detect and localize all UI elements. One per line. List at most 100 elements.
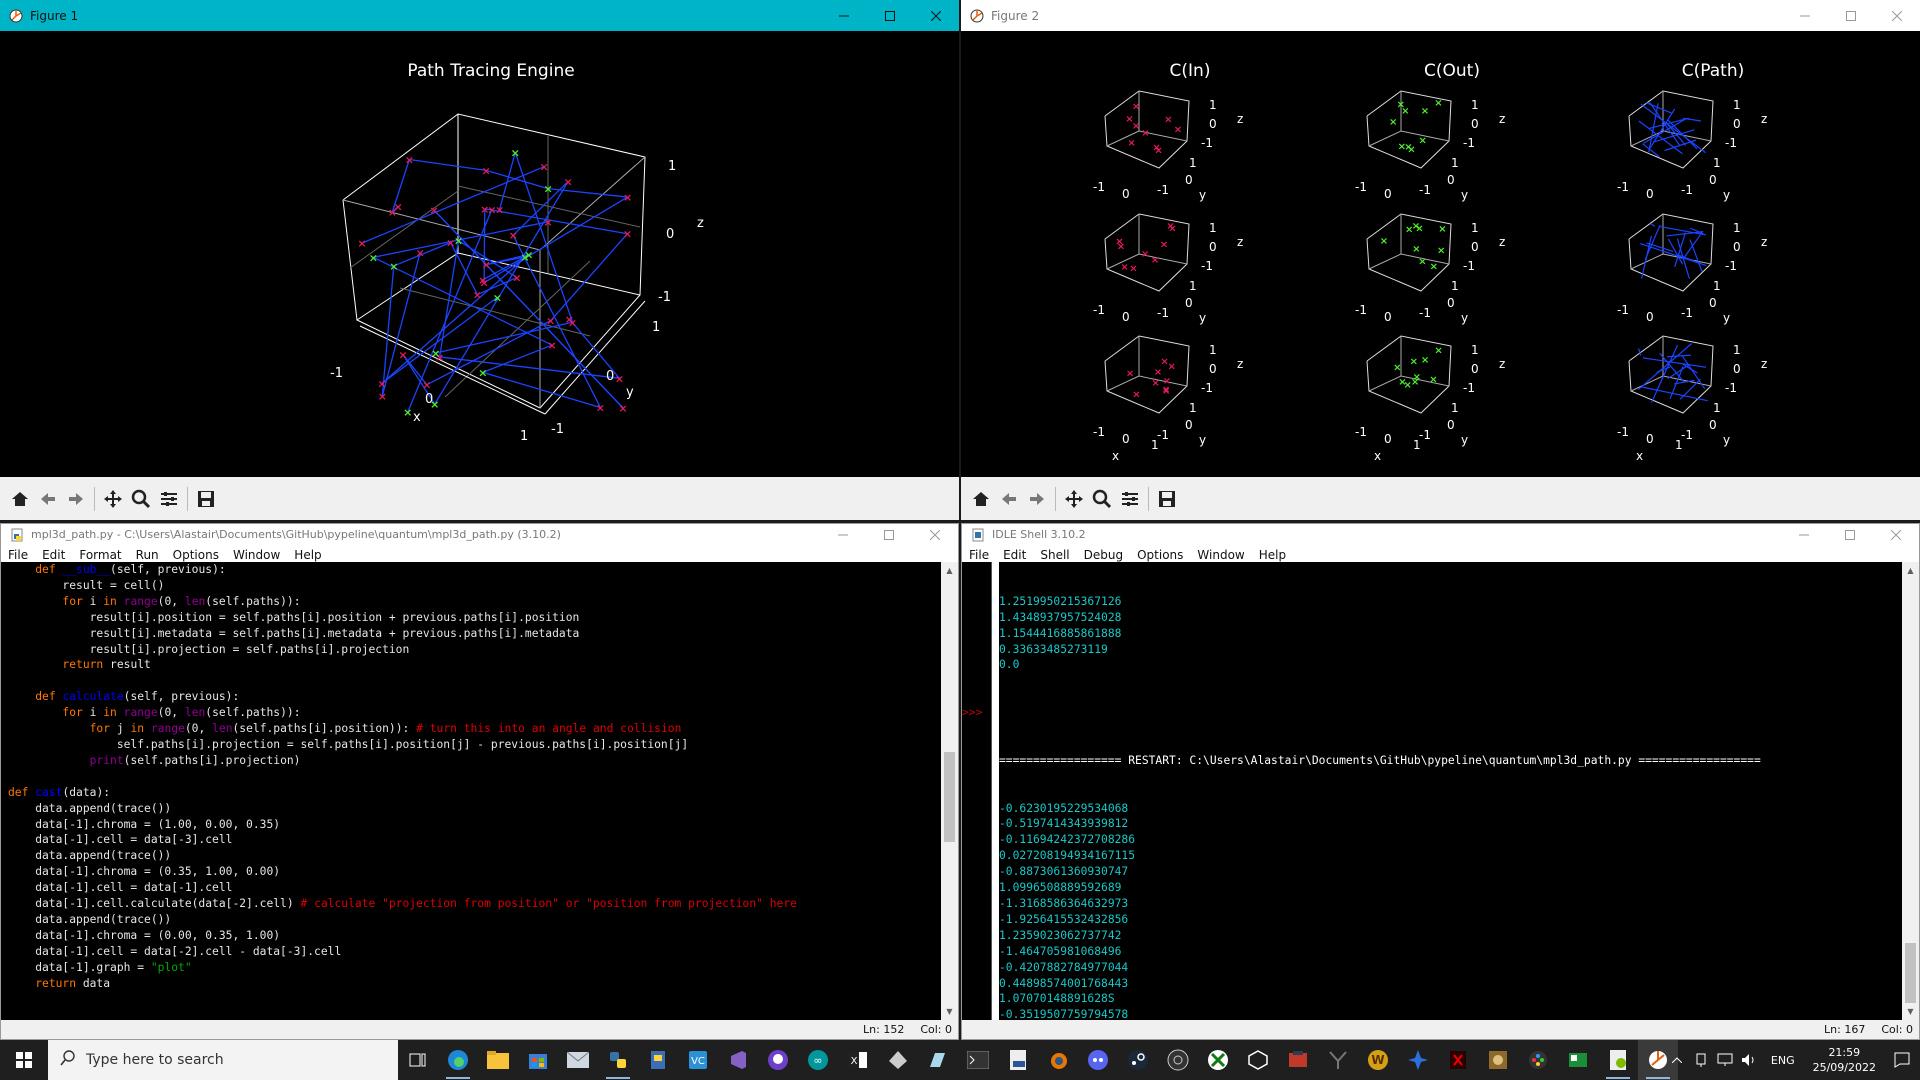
forward-arrow-icon[interactable] — [62, 485, 90, 513]
mail-icon[interactable] — [558, 1040, 598, 1080]
figure1-canvas[interactable]: Path Tracing Engine × × × × × × × × × × × × × × × × × × × ×… — [0, 31, 959, 477]
zoom-icon[interactable] — [1088, 485, 1116, 513]
pan-icon[interactable] — [1060, 485, 1088, 513]
obs-icon[interactable] — [1158, 1040, 1198, 1080]
menu-edit[interactable]: Edit — [996, 548, 1033, 562]
menu-file[interactable]: File — [1, 548, 35, 562]
gamepad-icon[interactable] — [1518, 1040, 1558, 1080]
store-icon[interactable] — [518, 1040, 558, 1080]
unity-icon[interactable] — [1238, 1040, 1278, 1080]
minimize-button[interactable] — [821, 0, 867, 31]
menu-shell[interactable]: Shell — [1033, 548, 1076, 562]
home-icon[interactable] — [6, 485, 34, 513]
steam-icon[interactable] — [1118, 1040, 1158, 1080]
zoom-icon[interactable] — [127, 485, 155, 513]
minimize-button[interactable] — [1781, 524, 1827, 545]
chevron-up-icon[interactable] — [1665, 1040, 1689, 1080]
figure2-window: Figure 2 C(In) C(Out) C(Path) × × × × × × × × × 1… — [961, 0, 1920, 520]
menu-run[interactable]: Run — [129, 548, 166, 562]
menu-options[interactable]: Options — [166, 548, 226, 562]
minimize-button[interactable] — [820, 524, 866, 545]
document-icon[interactable] — [998, 1040, 1038, 1080]
hearthstone-icon[interactable] — [1478, 1040, 1518, 1080]
minimize-button[interactable] — [1782, 0, 1828, 31]
figure2-canvas[interactable]: C(In) C(Out) C(Path) × × × × × × × × × 1 0 -1 z 1 0 y -1… — [961, 31, 1920, 477]
clock[interactable]: 21:59 25/09/2022 — [1805, 1045, 1884, 1075]
menu-debug[interactable]: Debug — [1077, 548, 1130, 562]
menu-help[interactable]: Help — [1252, 548, 1293, 562]
shell-titlebar[interactable]: IDLE Shell 3.10.2 — [962, 524, 1919, 545]
close-button[interactable] — [913, 0, 959, 31]
notifications-icon[interactable] — [1884, 1040, 1920, 1080]
forward-arrow-icon[interactable] — [1023, 485, 1051, 513]
pan-icon[interactable] — [99, 485, 127, 513]
scroll-up-icon[interactable]: ▲ — [1902, 562, 1919, 579]
notepad-icon[interactable] — [918, 1040, 958, 1080]
configure-subplots-icon[interactable] — [1116, 485, 1144, 513]
scroll-thumb[interactable] — [944, 752, 955, 842]
blender-icon[interactable] — [1038, 1040, 1078, 1080]
discord-icon[interactable] — [1078, 1040, 1118, 1080]
save-icon[interactable] — [1153, 485, 1181, 513]
github-icon[interactable] — [758, 1040, 798, 1080]
editor-scrollbar[interactable]: ▲ ▼ — [941, 562, 958, 1020]
scroll-down-icon[interactable]: ▼ — [941, 1003, 958, 1020]
menu-window[interactable]: Window — [1190, 548, 1251, 562]
home-icon[interactable] — [967, 485, 995, 513]
editor-titlebar[interactable]: mpl3d_path.py - C:\Users\Alastair\Docume… — [1, 524, 958, 545]
menu-format[interactable]: Format — [72, 548, 128, 562]
close-button[interactable] — [912, 524, 958, 545]
warcraft-icon[interactable]: W — [1358, 1040, 1398, 1080]
back-arrow-icon[interactable] — [995, 485, 1023, 513]
menu-file[interactable]: File — [962, 548, 996, 562]
network-icon[interactable] — [1713, 1040, 1737, 1080]
language-indicator[interactable]: ENG — [1761, 1054, 1805, 1067]
inkscape-icon[interactable] — [878, 1040, 918, 1080]
game-icon[interactable] — [1278, 1040, 1318, 1080]
arduino-icon[interactable]: ∞ — [798, 1040, 838, 1080]
menu-options[interactable]: Options — [1130, 548, 1190, 562]
task-view-icon[interactable] — [398, 1040, 438, 1080]
figure2-titlebar[interactable]: Figure 2 — [961, 0, 1920, 31]
menu-edit[interactable]: Edit — [35, 548, 72, 562]
starcraft-icon[interactable] — [1398, 1040, 1438, 1080]
menu-window[interactable]: Window — [226, 548, 287, 562]
maximize-button[interactable] — [1827, 524, 1873, 545]
xbox-icon[interactable] — [1198, 1040, 1238, 1080]
green-app-icon[interactable] — [1558, 1040, 1598, 1080]
usb-icon[interactable] — [1689, 1040, 1713, 1080]
maximize-button[interactable] — [866, 524, 912, 545]
path-segment — [373, 256, 553, 346]
python-docs-icon[interactable] — [638, 1040, 678, 1080]
diablo-icon[interactable] — [1438, 1040, 1478, 1080]
excel-icon[interactable]: X — [838, 1040, 878, 1080]
notepad-plus-icon[interactable] — [1598, 1040, 1638, 1080]
mini-tick-label: 0 — [1646, 432, 1654, 446]
start-button[interactable] — [0, 1040, 48, 1080]
scroll-up-icon[interactable]: ▲ — [941, 562, 958, 579]
menu-help[interactable]: Help — [287, 548, 328, 562]
scroll-down-icon[interactable]: ▼ — [1902, 1003, 1919, 1020]
configure-subplots-icon[interactable] — [155, 485, 183, 513]
python-app-icon[interactable] — [598, 1040, 638, 1080]
back-arrow-icon[interactable] — [34, 485, 62, 513]
save-icon[interactable] — [192, 485, 220, 513]
figure1-titlebar[interactable]: Figure 1 — [0, 0, 959, 31]
code-editor[interactable]: def __sub__(self, previous): result = ce… — [1, 562, 941, 1020]
scroll-thumb[interactable] — [1905, 943, 1916, 1003]
visual-studio-icon[interactable] — [718, 1040, 758, 1080]
edge-browser-icon[interactable] — [438, 1040, 478, 1080]
system-tray: ENG 21:59 25/09/2022 — [1665, 1040, 1920, 1080]
taskbar-search-box[interactable]: Type here to search — [48, 1040, 398, 1080]
file-explorer-icon[interactable] — [478, 1040, 518, 1080]
volume-icon[interactable] — [1737, 1040, 1761, 1080]
maximize-button[interactable] — [867, 0, 913, 31]
shell-output[interactable]: 1.2519950215367126 1.4348937957524028 1.15… — [999, 562, 1902, 1020]
close-button[interactable] — [1873, 524, 1919, 545]
terminal-icon[interactable] — [958, 1040, 998, 1080]
shell-scrollbar[interactable]: ▲ ▼ — [1902, 562, 1919, 1020]
vscode-icon[interactable]: VC — [678, 1040, 718, 1080]
maximize-button[interactable] — [1828, 0, 1874, 31]
antlers-game-icon[interactable] — [1318, 1040, 1358, 1080]
close-button[interactable] — [1874, 0, 1920, 31]
